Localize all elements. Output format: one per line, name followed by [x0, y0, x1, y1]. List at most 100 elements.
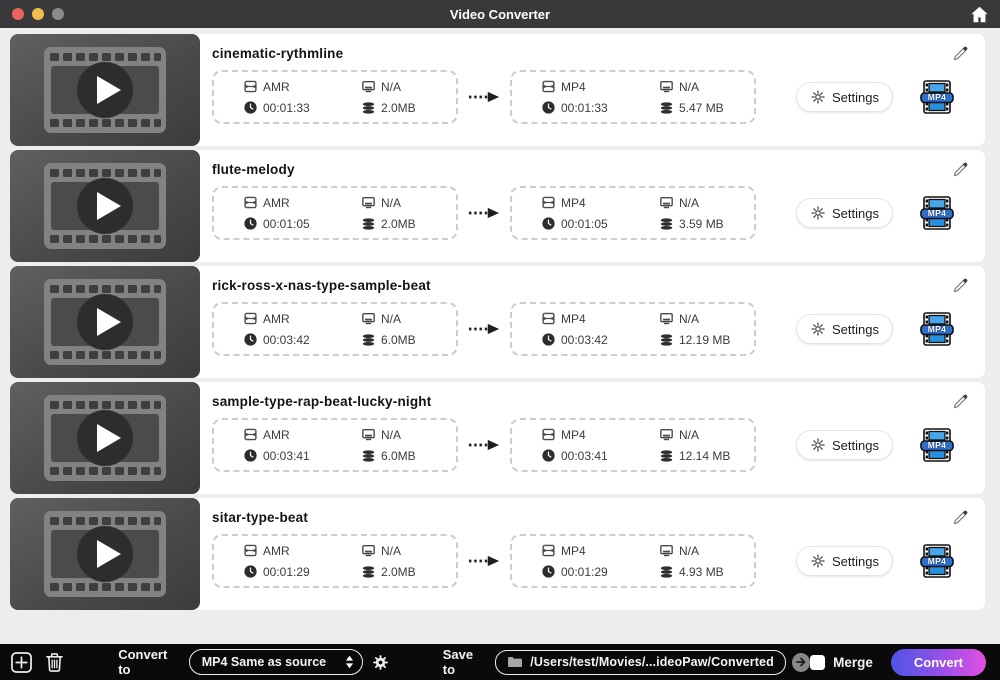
clock-icon	[244, 449, 257, 462]
open-folder-button[interactable]	[791, 652, 811, 672]
convert-button[interactable]: Convert	[890, 648, 986, 676]
source-format: AMR	[244, 312, 362, 326]
source-info-box: AMR N/A 00:03:41 6.0MB	[212, 418, 458, 472]
file-row: rick-ross-x-nas-type-sample-beat AMR N/A…	[10, 266, 985, 378]
monitor-icon	[362, 428, 375, 441]
gear-icon	[810, 553, 826, 569]
clock-icon	[542, 333, 555, 346]
format-settings-gear-icon[interactable]	[372, 654, 389, 671]
output-format-select[interactable]: MP4 Same as source	[188, 649, 363, 675]
mp4-format-icon: MP4	[919, 311, 955, 347]
file-title: flute-melody	[212, 162, 295, 177]
monitor-icon	[660, 428, 673, 441]
size-stack-icon	[660, 334, 673, 346]
edit-pencil-icon[interactable]	[952, 509, 969, 526]
monitor-icon	[660, 312, 673, 325]
source-resolution: N/A	[362, 428, 456, 442]
save-path-field[interactable]: /Users/test/Movies/...ideoPaw/Converted	[495, 649, 786, 675]
settings-button[interactable]: Settings	[796, 314, 893, 344]
source-duration: 00:03:41	[244, 449, 362, 463]
settings-button[interactable]: Settings	[796, 430, 893, 460]
size-stack-icon	[362, 218, 375, 230]
monitor-icon	[362, 196, 375, 209]
video-thumbnail[interactable]	[10, 34, 200, 146]
video-thumbnail[interactable]	[10, 498, 200, 610]
convert-arrow-icon	[458, 207, 510, 219]
video-thumbnail[interactable]	[10, 150, 200, 262]
size-stack-icon	[660, 566, 673, 578]
source-info-box: AMR N/A 00:01:33 2.0MB	[212, 70, 458, 124]
file-title: rick-ross-x-nas-type-sample-beat	[212, 278, 431, 293]
film-format-icon	[244, 196, 257, 209]
size-stack-icon	[660, 450, 673, 462]
traffic-lights	[12, 8, 64, 20]
merge-checkbox[interactable]	[810, 654, 826, 670]
source-size: 6.0MB	[362, 333, 456, 347]
source-resolution: N/A	[362, 80, 456, 94]
film-format-icon	[542, 196, 555, 209]
convert-arrow-icon	[458, 323, 510, 335]
source-size: 2.0MB	[362, 101, 456, 115]
file-list: cinematic-rythmline AMR N/A 00:01:33 2.0…	[0, 28, 1000, 644]
mp4-format-icon: MP4	[919, 543, 955, 579]
video-thumbnail[interactable]	[10, 382, 200, 494]
film-format-icon	[542, 80, 555, 93]
clock-icon	[244, 333, 257, 346]
settings-button[interactable]: Settings	[796, 82, 893, 112]
file-title: sitar-type-beat	[212, 510, 309, 525]
edit-pencil-icon[interactable]	[952, 161, 969, 178]
target-info-box: MP4 N/A 00:01:29 4.93 MB	[510, 534, 756, 588]
target-resolution: N/A	[660, 428, 754, 442]
home-icon[interactable]	[968, 4, 990, 24]
gear-icon	[810, 205, 826, 221]
source-size: 2.0MB	[362, 565, 456, 579]
mp4-format-icon: MP4	[919, 427, 955, 463]
file-row: sitar-type-beat AMR N/A 00:01:29 2.0MB M…	[10, 498, 985, 610]
film-format-icon	[542, 312, 555, 325]
source-resolution: N/A	[362, 544, 456, 558]
convert-arrow-icon	[458, 555, 510, 567]
title-bar: Video Converter	[0, 0, 1000, 28]
file-title: sample-type-rap-beat-lucky-night	[212, 394, 432, 409]
target-size: 12.14 MB	[660, 449, 754, 463]
clock-icon	[542, 217, 555, 230]
size-stack-icon	[362, 566, 375, 578]
gear-icon	[810, 321, 826, 337]
close-window-button[interactable]	[12, 8, 24, 20]
edit-pencil-icon[interactable]	[952, 45, 969, 62]
mp4-badge-label: MP4	[927, 556, 947, 566]
video-thumbnail[interactable]	[10, 266, 200, 378]
edit-pencil-icon[interactable]	[952, 277, 969, 294]
target-size: 3.59 MB	[660, 217, 754, 231]
mp4-badge-label: MP4	[927, 324, 947, 334]
mp4-badge-label: MP4	[927, 92, 947, 102]
film-format-icon	[244, 428, 257, 441]
film-format-icon	[244, 312, 257, 325]
monitor-icon	[362, 312, 375, 325]
size-stack-icon	[362, 334, 375, 346]
source-duration: 00:03:42	[244, 333, 362, 347]
up-down-arrows-icon	[345, 655, 354, 669]
source-info-box: AMR N/A 00:01:05 2.0MB	[212, 186, 458, 240]
source-format: AMR	[244, 544, 362, 558]
clock-icon	[244, 101, 257, 114]
mp4-format-icon: MP4	[919, 79, 955, 115]
source-resolution: N/A	[362, 196, 456, 210]
mp4-badge-label: MP4	[927, 440, 947, 450]
target-resolution: N/A	[660, 544, 754, 558]
add-file-button[interactable]	[10, 650, 33, 674]
settings-button[interactable]: Settings	[796, 546, 893, 576]
bottom-toolbar: Convert to MP4 Same as source Save to /U…	[0, 644, 1000, 680]
clock-icon	[542, 101, 555, 114]
minimize-window-button[interactable]	[32, 8, 44, 20]
file-row: cinematic-rythmline AMR N/A 00:01:33 2.0…	[10, 34, 985, 146]
settings-button[interactable]: Settings	[796, 198, 893, 228]
source-duration: 00:01:05	[244, 217, 362, 231]
target-size: 4.93 MB	[660, 565, 754, 579]
delete-file-button[interactable]	[43, 650, 66, 674]
source-format: AMR	[244, 428, 362, 442]
target-format: MP4	[542, 428, 660, 442]
clock-icon	[244, 217, 257, 230]
source-info-box: AMR N/A 00:01:29 2.0MB	[212, 534, 458, 588]
edit-pencil-icon[interactable]	[952, 393, 969, 410]
